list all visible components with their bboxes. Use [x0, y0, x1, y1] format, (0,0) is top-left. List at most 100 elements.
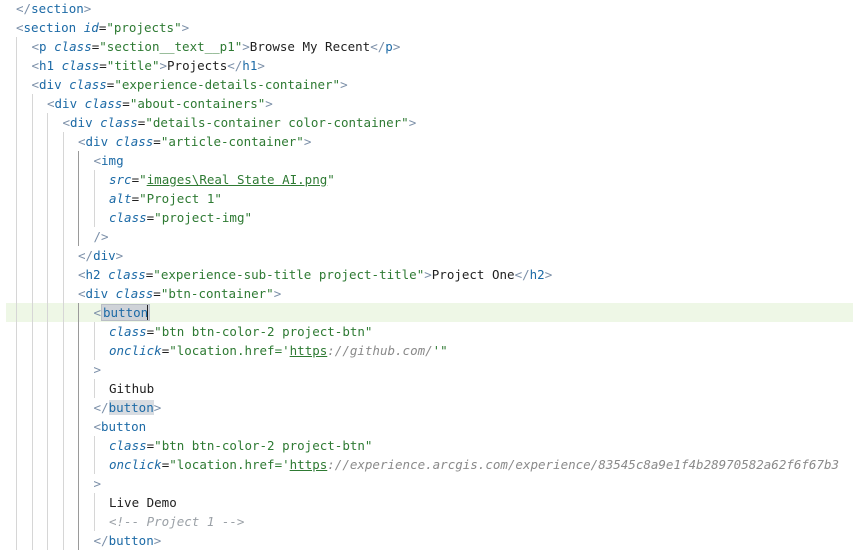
code-line[interactable]: </button>: [0, 531, 853, 550]
indent-guide: [31, 322, 33, 341]
code-line[interactable]: <div class="article-container">: [0, 132, 853, 151]
indent-guide: [62, 360, 64, 379]
indent-guide: [78, 208, 79, 227]
code-token: section: [31, 1, 84, 16]
code-line[interactable]: class="btn btn-color-2 project-btn": [0, 436, 853, 455]
code-text: <div class="article-container">: [78, 132, 311, 151]
code-token: div: [70, 115, 93, 130]
code-line[interactable]: class="btn btn-color-2 project-btn": [0, 322, 853, 341]
code-token: alt: [109, 191, 132, 206]
code-line[interactable]: <div class="btn-container">: [0, 284, 853, 303]
indent-guide: [31, 113, 33, 132]
code-line[interactable]: <section id="projects">: [0, 18, 853, 37]
indent-guide: [78, 512, 79, 531]
code-token: button: [108, 400, 154, 415]
code-line[interactable]: </div>: [0, 246, 853, 265]
code-token: h1: [39, 58, 55, 73]
code-token: Github: [109, 381, 155, 396]
code-line[interactable]: >: [0, 474, 853, 493]
indent-guide: [78, 151, 79, 170]
code-line[interactable]: <div class="about-containers">: [0, 94, 853, 113]
code-text: >: [94, 474, 102, 493]
indent-guide: [31, 455, 33, 474]
code-token: </: [16, 1, 32, 16]
code-line[interactable]: onclick="location.href='https://experien…: [0, 455, 853, 474]
indent-guide: [93, 512, 95, 531]
indent-guide: [31, 398, 33, 417]
code-editor[interactable]: </section> <section id="projects"> <p clas…: [0, 0, 853, 551]
code-line[interactable]: <div class="experience-details-container…: [0, 75, 853, 94]
code-line[interactable]: <img: [0, 151, 853, 170]
indent-guide: [16, 512, 17, 531]
code-token: >: [544, 267, 553, 282]
code-line[interactable]: </button>: [0, 398, 853, 417]
indent-guide: [93, 493, 95, 512]
code-line[interactable]: </section>: [0, 0, 853, 18]
code-line[interactable]: Github: [0, 379, 853, 398]
indent-guide: [16, 170, 17, 189]
indent-guide: [62, 132, 64, 151]
code-token: "section__text__p1": [99, 39, 243, 54]
indent-guide: [16, 208, 17, 227]
indent-guide: [31, 493, 33, 512]
code-line[interactable]: <!-- Project 1 -->: [0, 512, 853, 531]
indent-guide: [47, 474, 48, 493]
code-text: <img: [94, 151, 124, 170]
code-token: >: [159, 58, 168, 73]
code-line[interactable]: onclick="location.href='https://github.c…: [0, 341, 853, 360]
code-text: <h2 class="experience-sub-title project-…: [78, 265, 552, 284]
code-token: >: [153, 400, 162, 415]
code-token: images\Real State AI.png: [146, 172, 328, 187]
code-line[interactable]: <button: [0, 417, 853, 436]
code-token: h1: [242, 58, 258, 73]
indent-guide: [16, 113, 17, 132]
indent-guide: [31, 265, 33, 284]
code-line[interactable]: src="images\Real State AI.png": [0, 170, 853, 189]
code-token: class: [69, 77, 107, 92]
indent-guide: [16, 303, 17, 322]
code-line[interactable]: <p class="section__text__p1">Browse My R…: [0, 37, 853, 56]
code-token: >: [242, 39, 250, 54]
code-token: div: [85, 134, 109, 149]
code-token: class: [109, 324, 147, 339]
code-line[interactable]: Live Demo: [0, 493, 853, 512]
indent-guide: [31, 512, 33, 531]
code-text: >: [94, 360, 102, 379]
code-token: ://github.com/: [327, 343, 433, 358]
indent-guide: [47, 341, 48, 360]
code-token: ": [327, 172, 335, 187]
code-token: "location.href=: [169, 343, 283, 358]
code-token: </: [78, 248, 94, 263]
code-token: >: [424, 267, 432, 282]
code-line[interactable]: <button: [6, 303, 853, 322]
indent-guide: [62, 189, 64, 208]
code-text: </div>: [78, 246, 123, 265]
code-token: "btn-container": [160, 286, 274, 301]
code-token: "article-container": [160, 134, 304, 149]
code-text: Live Demo: [109, 493, 177, 512]
code-token: <: [78, 267, 86, 282]
code-line[interactable]: alt="Project 1": [0, 189, 853, 208]
indent-guide: [16, 284, 17, 303]
code-line[interactable]: >: [0, 360, 853, 379]
code-token: section: [23, 20, 77, 35]
code-text: <p class="section__text__p1">Browse My R…: [32, 37, 401, 56]
code-text: <button: [94, 303, 151, 322]
code-token: <: [78, 286, 86, 301]
code-token: />: [93, 229, 109, 244]
code-token: p: [39, 39, 47, 54]
code-line[interactable]: <h2 class="experience-sub-title project-…: [0, 265, 853, 284]
indent-guide: [78, 322, 79, 341]
code-line[interactable]: />: [0, 227, 853, 246]
code-token: https: [289, 343, 328, 358]
code-line[interactable]: class="project-img": [0, 208, 853, 227]
code-line[interactable]: <h1 class="title">Projects</h1>: [0, 56, 853, 75]
code-token: "project-img": [154, 210, 253, 225]
indent-guide: [93, 379, 95, 398]
indent-guide: [31, 170, 33, 189]
indent-guide: [62, 208, 64, 227]
code-token: Browse My Recent: [249, 39, 371, 54]
code-line[interactable]: <div class="details-container color-cont…: [0, 113, 853, 132]
